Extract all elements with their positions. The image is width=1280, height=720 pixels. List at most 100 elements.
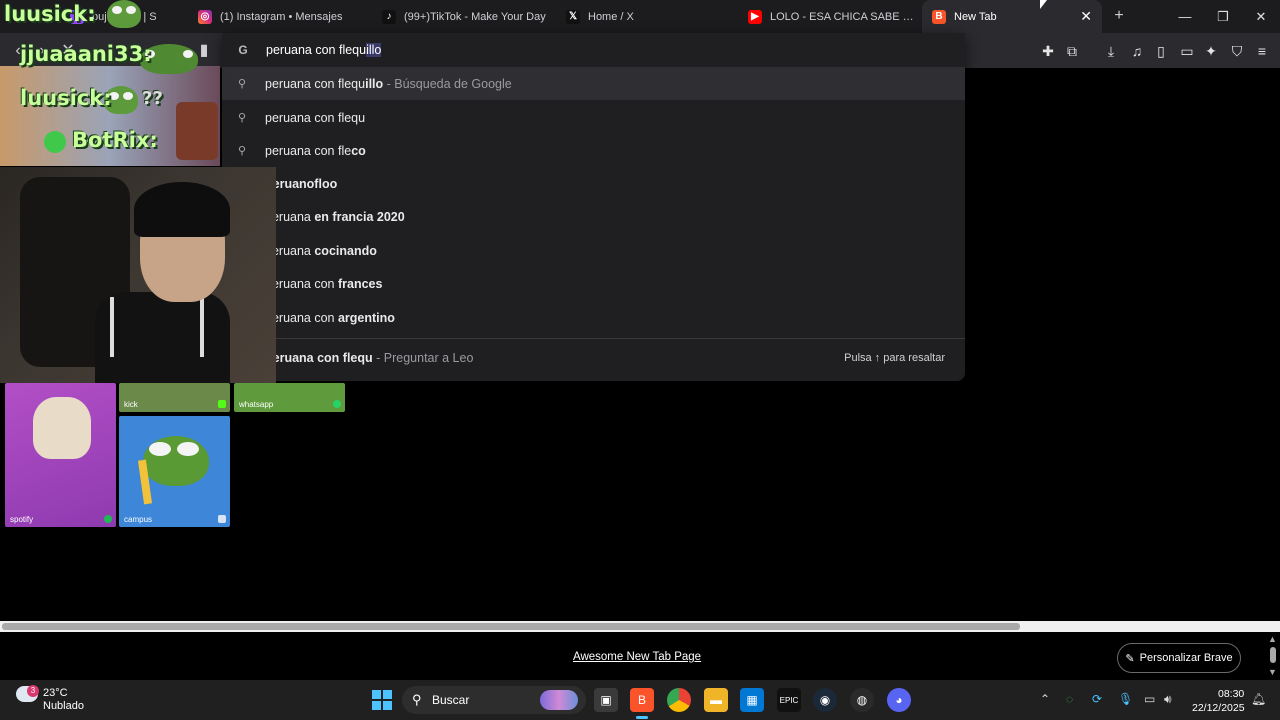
suggestion-item[interactable]: ⚲ peruanofloo [222,167,965,200]
suggestion-item[interactable]: ⚲ peruana en francia 2020 [222,200,965,233]
chat-message: ?? [142,88,163,109]
tile-label: spotify [10,515,34,524]
address-bar[interactable]: G peruana con flequillo [222,33,965,67]
suggestion-item[interactable]: ⚲ peruana cocinando [222,234,965,267]
mouse-cursor [1040,0,1047,9]
horizontal-scrollbar[interactable] [0,621,1280,632]
tab-new-tab[interactable]: B New Tab ✕ [922,0,1102,33]
speed-dial-tile-spotify[interactable]: spotify [5,383,116,527]
scroll-down-icon[interactable]: ▼ [1268,667,1277,677]
menu-icon[interactable]: ≡ [1252,41,1272,61]
ask-leo-row[interactable]: peruana con flequ - Preguntar a Leo Puls… [222,343,965,373]
suggestion-bold: cocinando [314,243,377,258]
windows-taskbar: 3 23°C Nublado ⚲ Buscar ▣ B ▬ ▦ EPIC ◉ ◍… [0,680,1280,720]
media-icon[interactable]: ♫ [1127,41,1147,61]
chat-username: jjuaaani33: [20,42,152,66]
webcam-feed [0,167,276,383]
close-tab-icon[interactable]: ✕ [1080,8,1092,25]
suggestion-item[interactable]: ⚲ peruana con flequillo - Búsqueda de Go… [222,67,965,100]
tab-x[interactable]: 𝕏 Home / X [556,0,736,33]
speed-dial-tile-kick[interactable]: kick [119,383,230,412]
wallet-icon[interactable]: ▭ [1177,41,1197,61]
scrollbar-thumb[interactable] [2,623,1020,630]
extensions-icon[interactable]: ✚ [1038,41,1058,61]
suggestion-text: peruana con flequ [265,76,366,91]
discord-icon[interactable]: ◕ [887,688,911,712]
brave-icon: B [932,9,946,24]
suggestion-item[interactable]: ⚲ peruana con frances [222,267,965,300]
minimize-icon[interactable]: — [1166,0,1204,33]
customize-brave-button[interactable]: ✎ Personalizar Brave [1117,643,1241,673]
notification-badge: 3 [27,685,39,697]
microsoft-store-icon[interactable]: ▦ [740,688,764,712]
sidebar-icon[interactable]: ▯ [1151,41,1171,61]
jacket-stripe [110,297,114,357]
pepe-eye [149,442,171,456]
x-icon: 𝕏 [566,9,580,24]
youtube-icon: ▶ [748,9,762,24]
pepe-emote-icon [107,0,141,28]
suggestion-bold: frances [337,276,383,291]
leo-action: - Preguntar a Leo [372,351,474,365]
suggestion-item[interactable]: ⚲ peruana con flequ [222,101,965,134]
suggestion-bold: argentino [337,310,395,325]
awesome-new-tab-link[interactable]: Awesome New Tab Page [573,651,701,663]
obs-icon[interactable]: ◍ [850,688,874,712]
suggestion-bold: en francia 2020 [314,209,405,224]
notifications-icon[interactable]: 🔔︎ [1251,692,1266,706]
show-hidden-icons-icon[interactable]: ⌃ [1040,692,1050,706]
tab-title: Home / X [588,10,634,23]
clock-time[interactable]: 08:30 [1218,688,1244,700]
keyboard-hint: Pulsa ↑ para resaltar [844,352,945,364]
brave-shields-icon[interactable]: ⛉ [1227,41,1247,61]
new-tab-button[interactable]: + [1110,7,1128,25]
tab-title: LOLO - ESA CHICA SABE ENROL [770,10,916,23]
tile-label: kick [124,400,138,409]
close-window-icon[interactable]: ✕ [1242,0,1280,33]
suggestion-item[interactable]: ⚲ peruana con fleco [222,134,965,167]
pencil-icon: ✎ [1125,652,1135,665]
campus-icon [218,515,226,523]
tab-title: (99+)TikTok - Make Your Day [404,10,546,23]
scroll-up-icon[interactable]: ▲ [1268,634,1277,644]
address-bar-text[interactable]: peruana con flequillo [266,43,382,57]
translate-icon[interactable]: ⧉ [1062,41,1082,61]
vertical-scrollbar-thumb[interactable] [1270,647,1276,663]
volume-icon[interactable]: 🔊︎ [1164,692,1172,707]
file-explorer-icon[interactable]: ▬ [704,688,728,712]
weather-temperature: 23°C [43,687,68,699]
windows-start-icon[interactable] [370,688,394,712]
leo-ai-icon[interactable]: ✦ [1201,41,1221,61]
clock-date[interactable]: 22/12/2025 [1192,702,1245,714]
speed-dial-tile-whatsapp[interactable]: whatsapp [234,383,345,412]
typed-text: peruana con flequ [266,43,367,57]
microphone-icon[interactable]: 🎙︎ [1118,692,1133,706]
steam-icon[interactable]: ◉ [813,688,837,712]
streamer-beanie [134,182,230,237]
search-icon: ⚲ [412,692,422,707]
chrome-icon[interactable] [667,688,691,712]
suggestion-item[interactable]: ⚲ peruana con argentino [222,301,965,334]
tab-tiktok[interactable]: ♪ (99+)TikTok - Make Your Day [372,0,552,33]
taskbar-search[interactable]: ⚲ Buscar [402,686,586,714]
restore-icon[interactable]: ❐ [1204,0,1242,33]
pepe-eye [177,442,199,456]
chat-username: BotRix: [72,128,158,152]
task-view-icon[interactable]: ▣ [594,688,618,712]
sync-icon[interactable]: ⟳ [1092,692,1102,706]
cat-headphones-image [33,397,91,459]
tray-app-icon[interactable]: ◌ [1066,692,1073,706]
download-icon[interactable]: ⤓ [1101,41,1121,61]
suggestion-text: peruana con fle [265,143,352,158]
epic-games-icon[interactable]: EPIC [777,688,801,712]
suggestion-bold: co [351,143,366,158]
spotify-icon [104,515,112,523]
network-icon[interactable]: ▭ [1144,692,1155,706]
stream-overlay: luusick: jjuaaani33: luusick: ?? BotRix: [0,0,276,383]
brave-taskbar-icon[interactable]: B [630,688,654,712]
jacket-stripe [200,297,204,357]
speed-dial-tile-campus[interactable]: campus [119,416,230,527]
leo-query: peruana con flequ [265,351,373,365]
suggestion-source: - Búsqueda de Google [383,76,512,91]
tab-youtube[interactable]: ▶ LOLO - ESA CHICA SABE ENROL [740,0,916,33]
